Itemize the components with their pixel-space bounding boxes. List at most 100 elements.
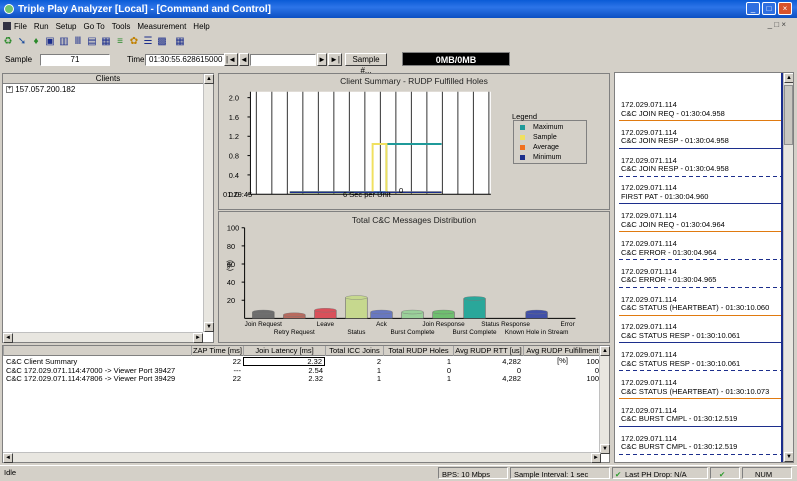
- menu-goto[interactable]: Go To: [83, 22, 104, 31]
- menu-file[interactable]: File: [14, 22, 27, 31]
- y-tick-label: 100: [227, 224, 239, 233]
- event-item[interactable]: 172.029.071.114 C&C JOIN REQ - 01:30:04.9…: [621, 212, 781, 229]
- table-vscroll[interactable]: ▲ ▼: [599, 346, 610, 454]
- event-arrow: [619, 203, 781, 205]
- category-label: Burst Complete: [453, 329, 497, 336]
- scroll-down-icon[interactable]: ▼: [784, 452, 793, 462]
- expand-icon[interactable]: +: [6, 86, 13, 94]
- window-icon[interactable]: ▦: [174, 35, 186, 47]
- title-bar: Triple Play Analyzer [Local] - [Command …: [0, 0, 797, 18]
- table-hscroll[interactable]: ◄ ►: [3, 452, 601, 463]
- event-item[interactable]: 172.029.071.114 C&C JOIN RESP - 01:30:04.…: [621, 128, 781, 146]
- graph-icon[interactable]: ≡: [114, 35, 126, 47]
- event-item[interactable]: 172.029.071.114 C&C BURST CMPL - 01:30:12…: [621, 434, 781, 452]
- prev-sample-button[interactable]: ◄: [239, 53, 249, 66]
- first-sample-button[interactable]: |◄: [224, 53, 238, 66]
- table-cell: 4,282: [502, 374, 521, 383]
- last-sample-button[interactable]: ►|: [328, 53, 342, 66]
- scroll-up-icon[interactable]: ▲: [204, 74, 214, 84]
- cursor-icon[interactable]: ➘: [16, 35, 28, 47]
- sample-field[interactable]: 71: [40, 54, 110, 66]
- event-message: C&C JOIN REQ - 01:30:04.958: [621, 108, 725, 118]
- event-item[interactable]: 172.029.071.114 C&C BURST CMPL - 01:30:12…: [621, 406, 781, 424]
- clients-hscroll[interactable]: ◄ ►: [3, 332, 203, 343]
- column-header[interactable]: Join Latency [ms]: [243, 346, 325, 356]
- event-item[interactable]: 172.029.071.114 C&C ERROR - 01:30:04.964: [621, 239, 781, 257]
- column-header[interactable]: Avg RUDP Fulfillment [%]: [523, 346, 601, 365]
- next-sample-button[interactable]: ►: [317, 53, 327, 66]
- event-item[interactable]: 172.029.071.114 C&C STATUS (HEARTBEAT) - …: [621, 378, 781, 396]
- menu-run[interactable]: Run: [34, 22, 49, 31]
- monitor-icon[interactable]: ▩: [156, 35, 168, 47]
- column-header[interactable]: [3, 346, 191, 356]
- scroll-up-icon[interactable]: ▲: [600, 346, 610, 356]
- minimize-button[interactable]: _: [746, 2, 760, 15]
- scroll-left-icon[interactable]: ◄: [3, 453, 13, 463]
- event-item[interactable]: 172.029.071.114 C&C STATUS RESP - 01:30:1…: [621, 351, 781, 368]
- y-tick-label: 1.6: [229, 113, 239, 122]
- event-message: C&C JOIN REQ - 01:30:04.964: [621, 219, 725, 229]
- scroll-left-icon[interactable]: ◄: [3, 333, 13, 343]
- event-item[interactable]: 172.029.071.114 C&C JOIN REQ - 01:30:04.9…: [621, 100, 781, 118]
- menu-setup[interactable]: Setup: [56, 22, 77, 31]
- save-icon[interactable]: ▣: [44, 35, 56, 47]
- scroll-down-icon[interactable]: ▼: [600, 444, 610, 454]
- category-label: Status: [347, 329, 365, 336]
- num-text: NUM: [755, 470, 773, 479]
- maximize-button[interactable]: □: [762, 2, 776, 15]
- event-arrow: [619, 231, 781, 233]
- event-arrow: [619, 398, 781, 399]
- sample-label: Sample: [5, 55, 33, 64]
- legend: Legend Maximum Sample Average Minimum: [512, 112, 587, 164]
- client-item[interactable]: + 157.057.200.182: [3, 84, 213, 95]
- bar-cap-3: [345, 295, 368, 300]
- column-header[interactable]: Total RUDP Holes: [383, 346, 453, 356]
- open-icon[interactable]: ♻: [2, 35, 14, 47]
- bar-cap-9: [525, 309, 548, 315]
- menu-help[interactable]: Help: [193, 22, 209, 31]
- bar-cap-0: [252, 309, 275, 315]
- menu-measurement[interactable]: Measurement: [137, 22, 186, 31]
- column-header[interactable]: ZAP Time [ms]: [191, 346, 243, 356]
- event-item[interactable]: 172.029.071.114 C&C STATUS RESP - 01:30:1…: [621, 323, 781, 340]
- scroll-right-icon[interactable]: ►: [591, 453, 601, 463]
- chart-icon[interactable]: ▥: [58, 35, 70, 47]
- scroll-right-icon[interactable]: ►: [193, 333, 203, 343]
- clients-panel: Clients + 157.057.200.182 ▲ ▼ ◄ ►: [2, 73, 214, 343]
- column-header[interactable]: Total ICC Joins: [325, 346, 383, 356]
- time-field[interactable]: 01:30:55.628615000: [145, 54, 235, 66]
- category-label: Known Hole in Stream: [505, 329, 569, 336]
- client-ip: 157.057.200.182: [15, 85, 76, 94]
- x-unit-label: 6 Sec per Unit: [343, 190, 391, 199]
- scroll-down-icon[interactable]: ▼: [204, 322, 214, 332]
- mdi-controls[interactable]: _ □ ×: [768, 20, 786, 29]
- table-icon[interactable]: ▤: [86, 35, 98, 47]
- menu-tools[interactable]: Tools: [112, 22, 131, 31]
- bar-cap-7: [463, 296, 486, 301]
- clients-vscroll[interactable]: ▲ ▼: [203, 74, 214, 332]
- settings-icon[interactable]: ✿: [128, 35, 140, 47]
- category-label: Join Response: [422, 321, 465, 328]
- event-item[interactable]: 172.029.071.114 C&C STATUS (HEARTBEAT) - …: [621, 295, 781, 313]
- stats-icon[interactable]: ▦: [100, 35, 112, 47]
- ph-drop-box: ✔ Last PH Drop: N/A: [612, 467, 708, 479]
- list-icon[interactable]: ☰: [142, 35, 154, 47]
- event-item[interactable]: 172.029.071.114 FIRST PAT - 01:30:04.960: [621, 184, 781, 201]
- check-icon: ✔: [719, 470, 726, 479]
- sample-slider[interactable]: [250, 54, 316, 66]
- event-item[interactable]: 172.029.071.114 C&C JOIN RESP - 01:30:04.…: [621, 156, 781, 174]
- sample-number-button[interactable]: Sample #...: [345, 53, 387, 75]
- events-vscroll[interactable]: ▲ ▼: [783, 73, 793, 462]
- y-tick-label: 20: [227, 296, 235, 305]
- scroll-up-icon[interactable]: ▲: [784, 73, 793, 83]
- filter-icon[interactable]: Ⅲ: [72, 35, 84, 47]
- event-item[interactable]: 172.029.071.114 C&C ERROR - 01:30:04.965: [621, 267, 781, 285]
- event-arrow: [619, 425, 781, 427]
- record-icon[interactable]: ♦: [30, 35, 42, 47]
- column-header[interactable]: Avg RUDP RTT [us]: [453, 346, 523, 356]
- scroll-thumb[interactable]: [784, 85, 793, 145]
- doc-icon: [3, 22, 11, 30]
- category-label: Retry Request: [274, 329, 315, 336]
- close-button[interactable]: ×: [778, 2, 792, 15]
- table-row[interactable]: C&C 172.029.071.114:47806 -> Viewer Port…: [3, 374, 601, 383]
